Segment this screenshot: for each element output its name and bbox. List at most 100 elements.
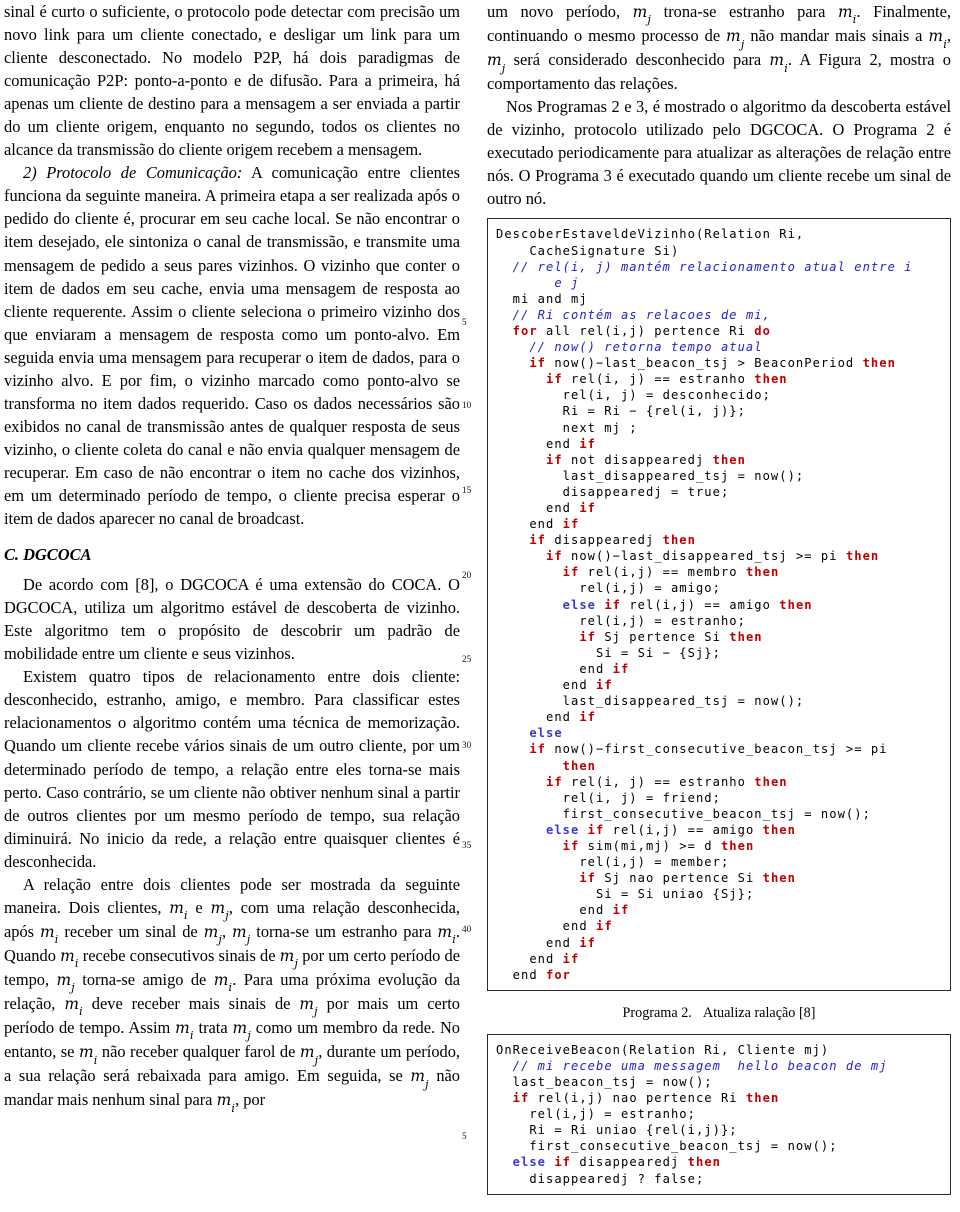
text-run: não receber qualquer farol de bbox=[97, 1042, 300, 1062]
inline-math-m-i: mi bbox=[169, 898, 188, 923]
code-token-kw: if bbox=[496, 452, 563, 467]
listing-line-number: 40 bbox=[462, 924, 472, 934]
code-line: if Sj pertence Si then bbox=[496, 629, 946, 645]
code-line: Ri = Ri − {rel(i, j)}; bbox=[496, 403, 946, 419]
code-listing-programa-3: OnReceiveBeacon(Relation Ri, Cliente mj)… bbox=[487, 1033, 951, 1195]
code-token-pl: Si = Si − {Sj}; bbox=[496, 645, 721, 660]
code-line: end if bbox=[496, 500, 946, 516]
paragraph-protocolo-body: A comunicação entre clientes funciona da… bbox=[4, 163, 460, 529]
inline-math-m-i: mi bbox=[213, 970, 233, 995]
code-line: if rel(i,j) nao pertence Ri then bbox=[496, 1090, 946, 1106]
paragraph-continuation: sinal é curto o suficiente, o protocolo … bbox=[4, 2, 460, 160]
code-line: end if bbox=[496, 935, 946, 951]
code-token-pl: disappearedj bbox=[546, 533, 663, 548]
code-line: Si = Si − {Sj}; bbox=[496, 645, 946, 661]
code-token-kw: then bbox=[754, 372, 788, 387]
code-line: if now()−last_beacon_tsj > BeaconPeriod … bbox=[496, 355, 946, 371]
inline-math-m-i: mi bbox=[39, 922, 59, 947]
paragraph-right-1: um novo período, mj trona-se estranho pa… bbox=[487, 0, 951, 95]
inline-math-m-j: mj bbox=[232, 1019, 251, 1043]
code-token-kw: if bbox=[496, 742, 546, 757]
code-token-kw: if bbox=[595, 678, 613, 693]
code-token-pl: end bbox=[496, 710, 580, 725]
code-line: next mj ; bbox=[496, 420, 946, 436]
code-token-kw: if bbox=[496, 372, 563, 387]
code-token-pl: Ri = Ri uniao {rel(i,j)}; bbox=[496, 1123, 738, 1138]
code-token-pl: end bbox=[496, 436, 580, 451]
code-token-kw: then bbox=[754, 774, 788, 789]
code-line: rel(i, j) = friend; bbox=[496, 790, 946, 806]
code-token-pl: OnReceiveBeacon(Relation Ri, Cliente mj) bbox=[496, 1042, 830, 1057]
inline-math-m-j: mj bbox=[231, 922, 251, 947]
code-token-kw: then bbox=[662, 533, 696, 548]
code-token-kw: then bbox=[845, 549, 880, 564]
code-line: // now() retorna tempo atual bbox=[496, 339, 946, 355]
code-line: CacheSignature Si) bbox=[496, 243, 946, 259]
code-line: first_consecutive_beacon_tsj = now(); bbox=[496, 806, 946, 822]
listing-line-number: 5 bbox=[462, 317, 467, 327]
paragraph-relacao: A relação entre dois clientes pode ser m… bbox=[4, 873, 460, 1115]
code-token-pl: DescoberEstaveldeVizinho(Relation Ri, bbox=[496, 227, 805, 242]
text-run: trata bbox=[193, 1018, 233, 1038]
inline-math-m-i: mi bbox=[216, 1091, 236, 1115]
text-run: , bbox=[946, 26, 951, 46]
code-token-kw: for bbox=[546, 967, 571, 982]
code-token-pl: CacheSignature Si) bbox=[496, 243, 680, 258]
code-listing-programa-2: DescoberEstaveldeVizinho(Relation Ri, Ca… bbox=[487, 218, 951, 991]
code-token-kw: if bbox=[579, 710, 596, 725]
code-line: rel(i,j) = member; bbox=[496, 854, 946, 870]
code-token-kw2: else bbox=[496, 822, 580, 837]
code-token-kw: if bbox=[612, 661, 630, 676]
code-token-pl: first_consecutive_beacon_tsj = now(); bbox=[496, 1139, 838, 1154]
code-token-kw: if bbox=[579, 501, 596, 516]
code-token-kw2: else bbox=[496, 597, 596, 612]
code-token-kw: if bbox=[496, 533, 546, 548]
code-line: else if disappearedj then bbox=[496, 1154, 946, 1170]
code-line: if Sj nao pertence Si then bbox=[496, 870, 946, 886]
code-line: else if rel(i,j) == amigo then bbox=[496, 822, 946, 838]
text-run: receber um sinal de bbox=[58, 921, 204, 941]
code-line: last_disappeared_tsj = now(); bbox=[496, 468, 946, 484]
code-line: rel(i,j) = estranho; bbox=[496, 1106, 946, 1122]
code-line: if now()−first_consecutive_beacon_tsj >=… bbox=[496, 741, 946, 757]
code-token-kw2: else bbox=[496, 726, 563, 741]
left-column: sinal é curto o suficiente, o protocolo … bbox=[4, 0, 460, 1115]
code-token-pl: Ri = Ri − {rel(i, j)}; bbox=[496, 404, 746, 419]
text-run: , bbox=[221, 921, 232, 941]
code-token-pl: last_beacon_tsj = now(); bbox=[496, 1075, 713, 1090]
code-token-kw: do bbox=[754, 323, 771, 338]
code-token-pl: rel(i,j) == membro bbox=[579, 565, 746, 580]
code-token-kw: then bbox=[745, 1091, 780, 1106]
code-token-pl: end bbox=[496, 935, 580, 950]
code-token-kw: if bbox=[604, 597, 621, 612]
code-token-kw: if bbox=[496, 565, 580, 580]
code-line: end if bbox=[496, 516, 946, 532]
code-line: disappearedj = true; bbox=[496, 484, 946, 500]
right-column: um novo período, mj trona-se estranho pa… bbox=[487, 0, 951, 1195]
code-token-pl: now()−last_beacon_tsj > BeaconPeriod bbox=[546, 356, 863, 371]
code-token-kw: then bbox=[687, 1155, 721, 1170]
inline-math-m-j: mj bbox=[210, 898, 229, 923]
inline-math-m-j: mj bbox=[299, 1043, 319, 1067]
code-line: DescoberEstaveldeVizinho(Relation Ri, bbox=[496, 226, 946, 242]
inline-math-m-i: mi bbox=[64, 994, 83, 1019]
inline-math-m-j: mj bbox=[56, 970, 75, 995]
inline-math-m-j: mj bbox=[726, 27, 745, 51]
code-token-pl: Sj nao pertence Si bbox=[595, 871, 763, 886]
text-run: torna-se amigo de bbox=[74, 969, 214, 989]
code-token-kw: then bbox=[862, 356, 896, 371]
code-token-pl: end bbox=[496, 678, 596, 693]
code-line: if rel(i,j) == membro then bbox=[496, 564, 946, 580]
code-line: end if bbox=[496, 902, 946, 918]
code-line: end if bbox=[496, 661, 946, 677]
text-run: será considerado desconhecido para bbox=[505, 50, 770, 70]
code-token-kw2: else bbox=[496, 1155, 546, 1170]
code-token-pl: next mj ; bbox=[496, 420, 638, 435]
inline-math-m-j: mj bbox=[487, 51, 506, 75]
listing-line-number: 20 bbox=[462, 570, 472, 580]
text-run: torna-se um estranho para bbox=[250, 921, 438, 941]
code-block: DescoberEstaveldeVizinho(Relation Ri, Ca… bbox=[496, 226, 946, 982]
code-block: OnReceiveBeacon(Relation Ri, Cliente mj)… bbox=[496, 1042, 946, 1187]
code-line: if rel(i, j) == estranho then bbox=[496, 371, 946, 387]
code-line: end if bbox=[496, 436, 946, 452]
